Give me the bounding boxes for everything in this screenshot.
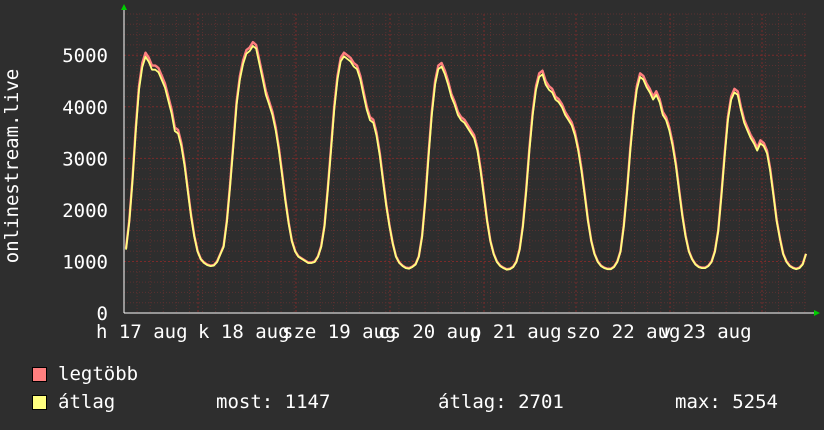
legend-avg-label: átlag: [58, 391, 116, 413]
stat-average: átlag: 2701: [438, 391, 564, 413]
y-axis-arrow: [121, 4, 127, 10]
y-tick-label: 5000: [62, 45, 108, 67]
x-tick-labels: h 17 aug k 18 augsze 19 augcs 20 augp 21 …: [96, 321, 752, 343]
legend-max-swatch: [32, 367, 47, 382]
stat-maximum: max: 5254: [675, 391, 778, 413]
y-tick-label: 2000: [62, 200, 108, 222]
legend-avg-row: átlag most: 1147 átlag: 2701 max: 5254: [32, 391, 812, 413]
legend-max-label: legtöbb: [58, 363, 139, 385]
x-tick-label: cs 20 aug: [378, 321, 481, 343]
x-tick-label: v 23 aug: [660, 321, 752, 343]
legend-avg-swatch: [32, 395, 47, 410]
x-tick-label: p 21 aug: [470, 321, 562, 343]
y-axis-label: onlinestream.live: [1, 69, 23, 263]
y-tick-labels: 010002000300040005000: [62, 45, 108, 325]
x-axis-arrow: [814, 310, 820, 316]
stat-current: most: 1147: [216, 391, 331, 413]
x-tick-label: k 18 aug: [198, 321, 290, 343]
y-tick-label: 1000: [62, 251, 108, 273]
y-tick-label: 4000: [62, 97, 108, 119]
x-tick-label: h 17 aug: [96, 321, 188, 343]
axes: [121, 4, 820, 316]
y-tick-label: 3000: [62, 148, 108, 170]
